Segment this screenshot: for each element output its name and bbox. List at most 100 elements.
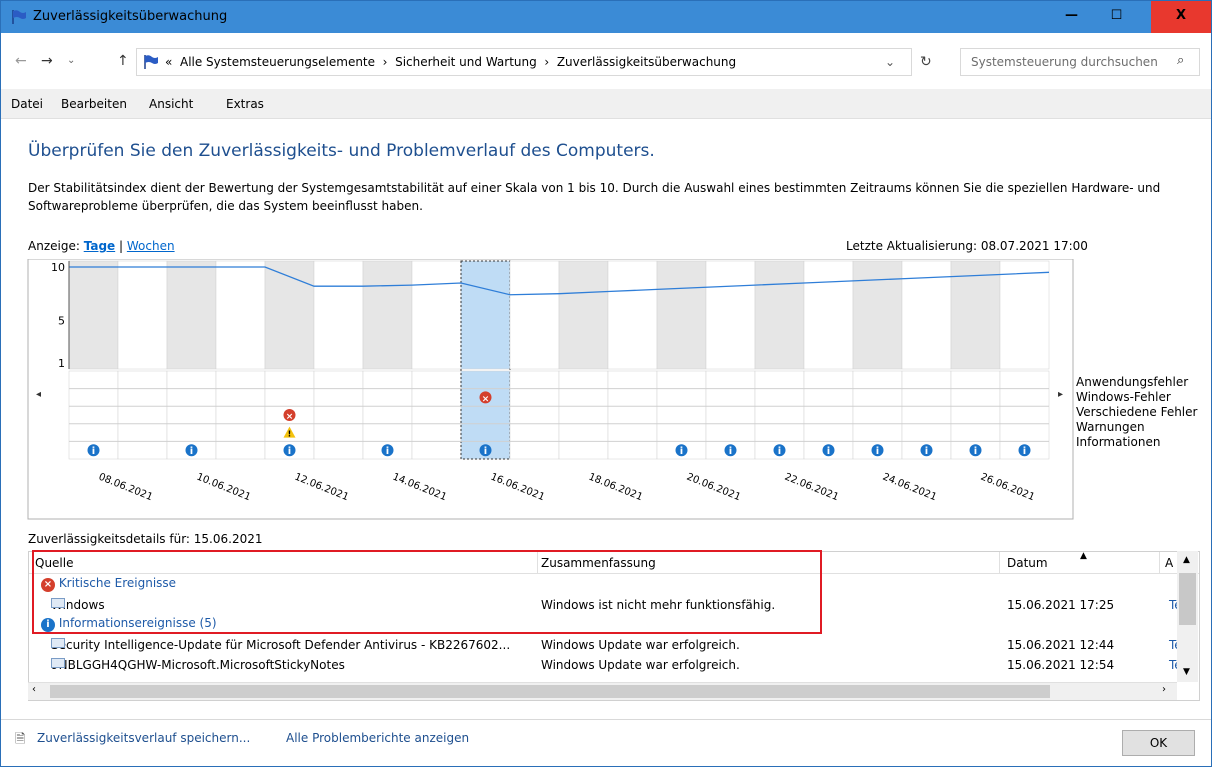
title-bar: Zuverlässigkeitsüberwachung — ☐ X: [1, 1, 1211, 33]
window-title: Zuverlässigkeitsüberwachung: [33, 9, 228, 24]
info-event-glyph: i: [190, 446, 193, 457]
search-icon[interactable]: ⌕: [1177, 53, 1184, 68]
chart-column: [950, 260, 1001, 370]
refresh-icon[interactable]: ↻: [920, 54, 932, 70]
horizontal-scrollbar[interactable]: ‹ ›: [28, 682, 1177, 700]
chart-event-column: [411, 370, 462, 460]
chart-column: [313, 260, 364, 370]
scroll-right-arrow-icon[interactable]: ›: [1162, 684, 1166, 695]
info-event-glyph: i: [876, 446, 879, 457]
legend-item: Verschiedene Fehler: [1076, 405, 1198, 419]
window-icon: [51, 638, 65, 648]
info-event-glyph: i: [827, 446, 830, 457]
scroll-up-icon[interactable]: ▲: [1183, 555, 1190, 565]
minimize-button[interactable]: —: [1049, 1, 1094, 33]
menu-file[interactable]: Datei: [11, 97, 43, 111]
description-text: Der Stabilitätsindex dient der Bewertung…: [28, 181, 1161, 213]
row-summary: Windows Update war erfolgreich.: [541, 658, 740, 672]
info-event-glyph: i: [925, 446, 928, 457]
view-weeks-link[interactable]: Wochen: [127, 239, 175, 253]
chart-column: [656, 260, 707, 370]
hscroll-thumb[interactable]: [50, 685, 1050, 698]
chart-event-column: [607, 370, 658, 460]
flag-icon: [12, 10, 26, 24]
info-event-glyph: i: [974, 446, 977, 457]
vertical-scrollbar[interactable]: ▲ ▼: [1177, 551, 1198, 682]
breadcrumb-item-reliability[interactable]: Zuverlässigkeitsüberwachung: [557, 55, 736, 69]
chart-column: [803, 260, 854, 370]
legend-item: Informationen: [1076, 435, 1160, 449]
warning-event-glyph: !: [288, 430, 292, 439]
breadcrumb[interactable]: « Alle Systemsteuerungselemente › Sicher…: [136, 48, 912, 76]
chart-column: [215, 260, 266, 370]
menu-edit[interactable]: Bearbeiten: [61, 97, 127, 111]
chart-column: [411, 260, 462, 370]
scroll-thumb[interactable]: [1179, 573, 1196, 625]
menu-bar: Datei Bearbeiten Ansicht Extras: [1, 89, 1211, 119]
chart-column: [166, 260, 217, 370]
row-source: 9NBLGGH4QGHW-Microsoft.MicrosoftStickyNo…: [51, 658, 345, 672]
row-source: Security Intelligence-Update für Microso…: [51, 638, 511, 652]
save-history-link[interactable]: Zuverlässigkeitsverlauf speichern...: [37, 731, 250, 745]
category-legend: AnwendungsfehlerWindows-FehlerVerschiede…: [1076, 375, 1198, 449]
info-event-glyph: i: [680, 446, 683, 457]
page-title: Überprüfen Sie den Zuverlässigkeits- und…: [28, 141, 655, 161]
reliability-chart[interactable]: 1051 ×!×i i i i i i i i i i i i i 08.06.2021 10.06.20…: [1, 259, 1211, 534]
scroll-left-icon[interactable]: ◂: [36, 389, 41, 400]
recent-pages-icon[interactable]: ⌄: [67, 55, 75, 66]
window-icon: [51, 658, 65, 668]
chart-column: [460, 260, 511, 370]
breadcrumb-item-security[interactable]: Sicherheit und Wartung: [395, 55, 537, 69]
back-icon[interactable]: ←: [15, 53, 27, 69]
info-event-glyph: i: [729, 446, 732, 457]
close-button[interactable]: X: [1151, 1, 1211, 33]
chart-event-column: [117, 370, 168, 460]
chart-column: [999, 260, 1050, 370]
cell-source: 9NBLGGH4QGHW-Microsoft.MicrosoftStickyNo…: [51, 658, 345, 672]
legend-item: Anwendungsfehler: [1076, 375, 1188, 389]
column-action[interactable]: A: [1165, 556, 1173, 570]
menu-view[interactable]: Ansicht: [149, 97, 193, 111]
info-event-glyph: i: [288, 446, 291, 457]
chart-column: [558, 260, 609, 370]
last-update-text: Letzte Aktualisierung: 08.07.2021 17:00: [846, 239, 1088, 253]
cell-source: Security Intelligence-Update für Microso…: [51, 638, 510, 652]
chart-column: [362, 260, 413, 370]
breadcrumb-overflow[interactable]: «: [165, 55, 172, 69]
y-tick-label: 5: [58, 314, 65, 327]
breadcrumb-text: « Alle Systemsteuerungselemente › Sicher…: [165, 55, 737, 69]
info-event-glyph: i: [1023, 446, 1026, 457]
row-date: 15.06.2021 17:25: [1007, 598, 1115, 612]
address-bar-area: ← → ⌄ ↑ « Alle Systemsteuerungselemente …: [1, 33, 1211, 89]
view-all-reports-link[interactable]: Alle Problemberichte anzeigen: [286, 731, 469, 745]
breadcrumb-item-control-panel[interactable]: Alle Systemsteuerungselemente: [180, 55, 375, 69]
up-icon[interactable]: ↑: [117, 53, 129, 69]
chart-column: [705, 260, 756, 370]
menu-extras[interactable]: Extras: [226, 97, 264, 111]
forward-icon[interactable]: →: [41, 53, 53, 69]
footer-divider: [1, 719, 1211, 720]
y-tick-label: 10: [51, 261, 65, 274]
table-row[interactable]: 9NBLGGH4QGHW-Microsoft.MicrosoftStickyNo…: [29, 656, 1199, 676]
view-selector: Anzeige: Tage | Wochen: [28, 239, 175, 253]
chart-column: [852, 260, 903, 370]
info-event-glyph: i: [484, 446, 487, 457]
dropdown-icon[interactable]: ⌄: [885, 55, 895, 69]
chart-column: [607, 260, 658, 370]
row-summary: Windows Update war erfolgreich.: [541, 638, 740, 652]
chart-column: [68, 260, 119, 370]
table-row[interactable]: Security Intelligence-Update für Microso…: [29, 636, 1199, 656]
scroll-right-icon[interactable]: ▸: [1058, 389, 1063, 400]
flag-icon: [144, 55, 158, 69]
search-input[interactable]: Systemsteuerung durchsuchen ⌕: [960, 48, 1200, 76]
maximize-button[interactable]: ☐: [1094, 1, 1139, 33]
error-event-glyph: ×: [482, 394, 490, 404]
column-date[interactable]: Datum: [1007, 556, 1048, 570]
scroll-down-icon[interactable]: ▼: [1183, 667, 1190, 677]
info-event-glyph: i: [92, 446, 95, 457]
scroll-left-arrow-icon[interactable]: ‹: [32, 684, 36, 695]
view-days-link[interactable]: Tage: [84, 239, 115, 253]
ok-button[interactable]: OK: [1122, 730, 1195, 756]
sort-ascending-icon: ▲: [1080, 551, 1087, 561]
chart-column: [117, 260, 168, 370]
